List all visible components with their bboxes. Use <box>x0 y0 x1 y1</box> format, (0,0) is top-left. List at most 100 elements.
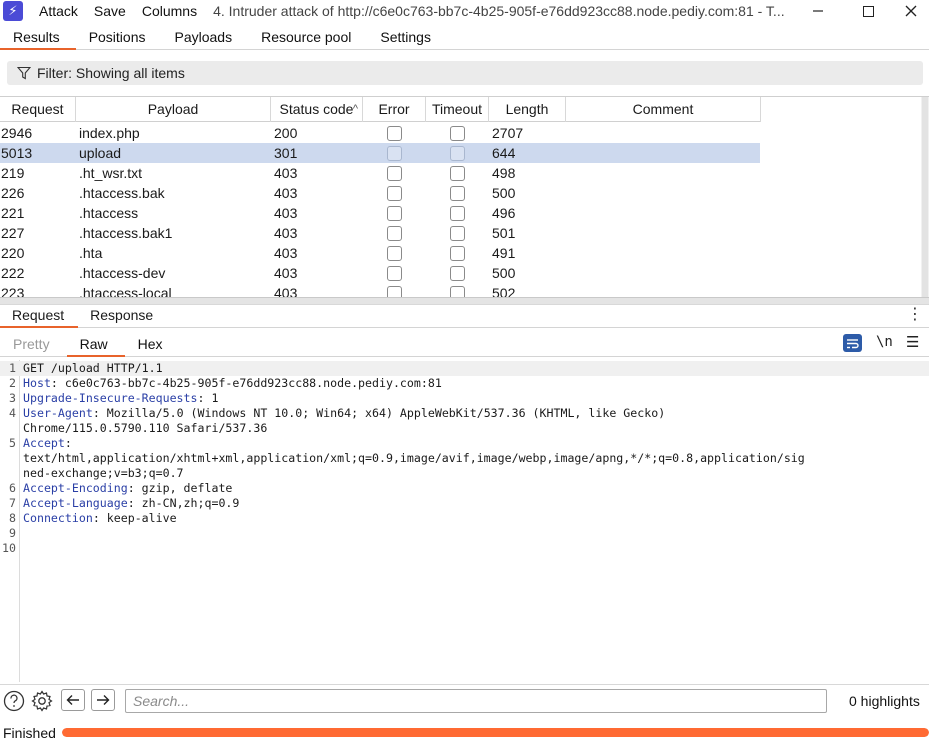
cell-status-code: 403 <box>274 205 298 221</box>
filter-bar[interactable]: Filter: Showing all items <box>7 61 923 85</box>
cell-request: 219 <box>1 165 25 181</box>
results-table: Request Payload Status code ^ Error Time… <box>0 96 929 297</box>
table-row[interactable]: 219 .ht_wsr.txt 403 498 <box>0 163 760 183</box>
menu-save[interactable]: Save <box>86 3 134 19</box>
line-content: Connection: keep-alive <box>23 511 177 526</box>
minimize-button[interactable] <box>795 0 841 22</box>
header-name: Accept-Encoding <box>23 481 128 495</box>
tab-resource-pool[interactable]: Resource pool <box>248 26 367 50</box>
cell-error <box>363 223 426 243</box>
tab-payloads[interactable]: Payloads <box>162 26 249 50</box>
table-row[interactable]: 223 .htaccess-local 403 502 <box>0 283 760 297</box>
error-checkbox <box>387 265 402 281</box>
cell-status-code: 200 <box>274 125 298 141</box>
table-row[interactable]: 5013 upload 301 644 <box>0 143 760 163</box>
settings-gear-icon[interactable] <box>31 690 53 712</box>
table-row[interactable]: 2946 index.php 200 2707 <box>0 123 760 143</box>
attack-progress-fill <box>62 728 929 737</box>
cell-timeout <box>426 163 489 183</box>
cell-comment <box>566 143 760 163</box>
col-payload[interactable]: Payload <box>76 97 271 122</box>
table-scrollbar[interactable] <box>921 97 929 297</box>
header-value: GET /upload HTTP/1.1 <box>23 361 163 375</box>
header-value: : 1 <box>197 391 219 405</box>
cell-timeout <box>426 183 489 203</box>
header-value: text/html,application/xhtml+xml,applicat… <box>23 451 805 465</box>
table-row[interactable]: 220 .hta 403 491 <box>0 243 760 263</box>
attack-progress-bar <box>62 728 929 737</box>
cell-payload: .hta <box>79 245 103 261</box>
word-wrap-button[interactable] <box>843 334 862 352</box>
timeout-checkbox <box>450 185 465 201</box>
tab-positions[interactable]: Positions <box>76 26 162 50</box>
maximize-button[interactable] <box>845 0 891 22</box>
search-field[interactable] <box>125 689 827 713</box>
cell-comment <box>566 223 760 243</box>
error-checkbox <box>387 145 402 161</box>
cell-status-code: 403 <box>274 245 298 261</box>
cell-payload: .htaccess <box>79 205 139 221</box>
editor-line: 1 GET /upload HTTP/1.1 <box>0 361 929 376</box>
cell-timeout <box>426 223 489 243</box>
line-content: ned-exchange;v=b3;q=0.7 <box>23 466 184 481</box>
cell-length: 501 <box>492 225 516 241</box>
timeout-checkbox <box>450 205 465 221</box>
tab-response[interactable]: Response <box>78 306 167 328</box>
tab-raw[interactable]: Raw <box>66 333 125 357</box>
editor-line: 4 User-Agent: Mozilla/5.0 (Windows NT 10.… <box>0 406 929 421</box>
tab-settings[interactable]: Settings <box>367 26 447 50</box>
next-match-button[interactable] <box>91 689 115 711</box>
help-icon[interactable] <box>3 690 25 712</box>
error-checkbox <box>387 205 402 221</box>
cell-comment <box>566 263 760 283</box>
error-checkbox <box>387 225 402 241</box>
table-scrollbar-thumb[interactable] <box>922 97 928 297</box>
col-length[interactable]: Length <box>489 97 566 122</box>
previous-match-button[interactable] <box>61 689 85 711</box>
table-header: Request Payload Status code ^ Error Time… <box>0 97 761 122</box>
maximize-icon <box>862 5 874 17</box>
highlights-count: 0 highlights <box>849 693 920 709</box>
col-timeout[interactable]: Timeout <box>426 97 489 122</box>
window-title: 4. Intruder attack of http://c6e0c763-bb… <box>213 3 785 19</box>
line-number: 10 <box>2 541 16 555</box>
raw-request-editor[interactable]: 1 GET /upload HTTP/1.1 2 Host: c6e0c763-bb7… <box>0 360 929 682</box>
table-body: 2946 index.php 200 2707 5013 upload 301 644 219.… <box>0 123 760 297</box>
timeout-checkbox <box>450 125 465 141</box>
col-request[interactable]: Request <box>0 97 76 122</box>
col-error[interactable]: Error <box>363 97 426 122</box>
cell-timeout <box>426 143 489 163</box>
pane-splitter[interactable] <box>0 297 929 305</box>
cell-length: 491 <box>492 245 516 261</box>
tab-pretty[interactable]: Pretty <box>0 333 67 357</box>
show-newlines-button[interactable]: \n <box>876 334 893 350</box>
cell-timeout <box>426 203 489 223</box>
table-row[interactable]: 227 .htaccess.bak1 403 501 <box>0 223 760 243</box>
tab-hex[interactable]: Hex <box>125 333 180 357</box>
header-value: ned-exchange;v=b3;q=0.7 <box>23 466 184 480</box>
arrow-left-icon <box>66 695 79 705</box>
cell-timeout <box>426 263 489 283</box>
line-content: Chrome/115.0.5790.110 Safari/537.36 <box>23 421 267 436</box>
close-button[interactable] <box>888 0 929 22</box>
hamburger-menu-icon[interactable]: ☰ <box>906 333 919 351</box>
editor-line: 6 Accept-Encoding: gzip, deflate <box>0 481 929 496</box>
header-value: : c6e0c763-bb7c-4b25-905f-e76dd923cc88.n… <box>50 376 442 390</box>
header-value: : zh-CN,zh;q=0.9 <box>127 496 240 510</box>
tab-request[interactable]: Request <box>0 306 79 328</box>
table-row[interactable]: 226 .htaccess.bak 403 500 <box>0 183 760 203</box>
table-row[interactable]: 222 .htaccess-dev 403 500 <box>0 263 760 283</box>
col-status-code[interactable]: Status code ^ <box>271 97 363 122</box>
cell-length: 498 <box>492 165 516 181</box>
table-row[interactable]: 221 .htaccess 403 496 <box>0 203 760 223</box>
more-options-icon[interactable]: ⋮ <box>907 306 923 324</box>
line-content: Accept-Language: zh-CN,zh;q=0.9 <box>23 496 239 511</box>
col-comment[interactable]: Comment <box>566 97 761 122</box>
search-input[interactable] <box>126 690 826 712</box>
tab-results[interactable]: Results <box>0 26 76 50</box>
menu-attack[interactable]: Attack <box>31 3 86 19</box>
menu-columns[interactable]: Columns <box>134 3 205 19</box>
cell-payload: upload <box>79 145 122 161</box>
filter-label: Filter: Showing all items <box>37 65 185 81</box>
attack-tabs: Results Positions Payloads Resource pool… <box>0 26 929 50</box>
